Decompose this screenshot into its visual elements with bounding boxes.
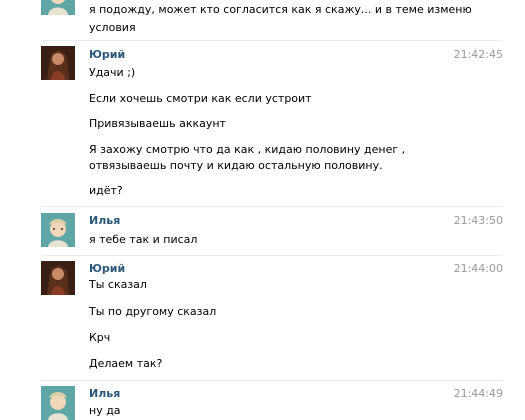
message-author[interactable]: Илья <box>89 387 120 400</box>
message-author[interactable]: Юрий <box>89 262 125 275</box>
message-line: Привязываешь аккаунт <box>89 117 226 130</box>
message-line: Удачи ;) <box>89 66 136 79</box>
ilya-avatar[interactable] <box>41 213 75 247</box>
message-separator <box>41 255 503 256</box>
yuri-avatar[interactable] <box>41 46 75 80</box>
ilya-avatar[interactable] <box>41 386 75 420</box>
message-line: Я захожу смотрю что да как , кидаю полов… <box>89 143 406 156</box>
message-author[interactable]: Юрий <box>89 48 125 61</box>
message-line: условия <box>89 21 136 34</box>
message-line: я тебе так и писал <box>89 233 198 246</box>
message-separator <box>41 206 503 207</box>
message-time[interactable]: 21:44:49 <box>454 387 503 400</box>
message-line: Ты сказал <box>89 278 147 291</box>
ilya-avatar[interactable] <box>41 0 75 15</box>
message-separator <box>41 380 503 381</box>
message-line: Делаем так? <box>89 357 163 370</box>
message-line: Если хочешь смотри как если устроит <box>89 92 312 105</box>
yuri-avatar[interactable] <box>41 261 75 295</box>
message-separator <box>41 40 503 41</box>
message-time[interactable]: 21:44:00 <box>454 262 503 275</box>
message-author[interactable]: Илья <box>89 214 120 227</box>
message-line: отвязываешь почту и кидаю остальную поло… <box>89 159 383 172</box>
message-line: я подожду, может кто согласится как я ск… <box>89 3 472 16</box>
message-line: ну да <box>89 404 121 417</box>
message-time[interactable]: 21:42:45 <box>454 48 503 61</box>
message-line: Крч <box>89 331 111 344</box>
message-line: Ты по другому сказал <box>89 305 217 318</box>
message-time[interactable]: 21:43:50 <box>454 214 503 227</box>
message-line: идёт? <box>89 184 123 197</box>
